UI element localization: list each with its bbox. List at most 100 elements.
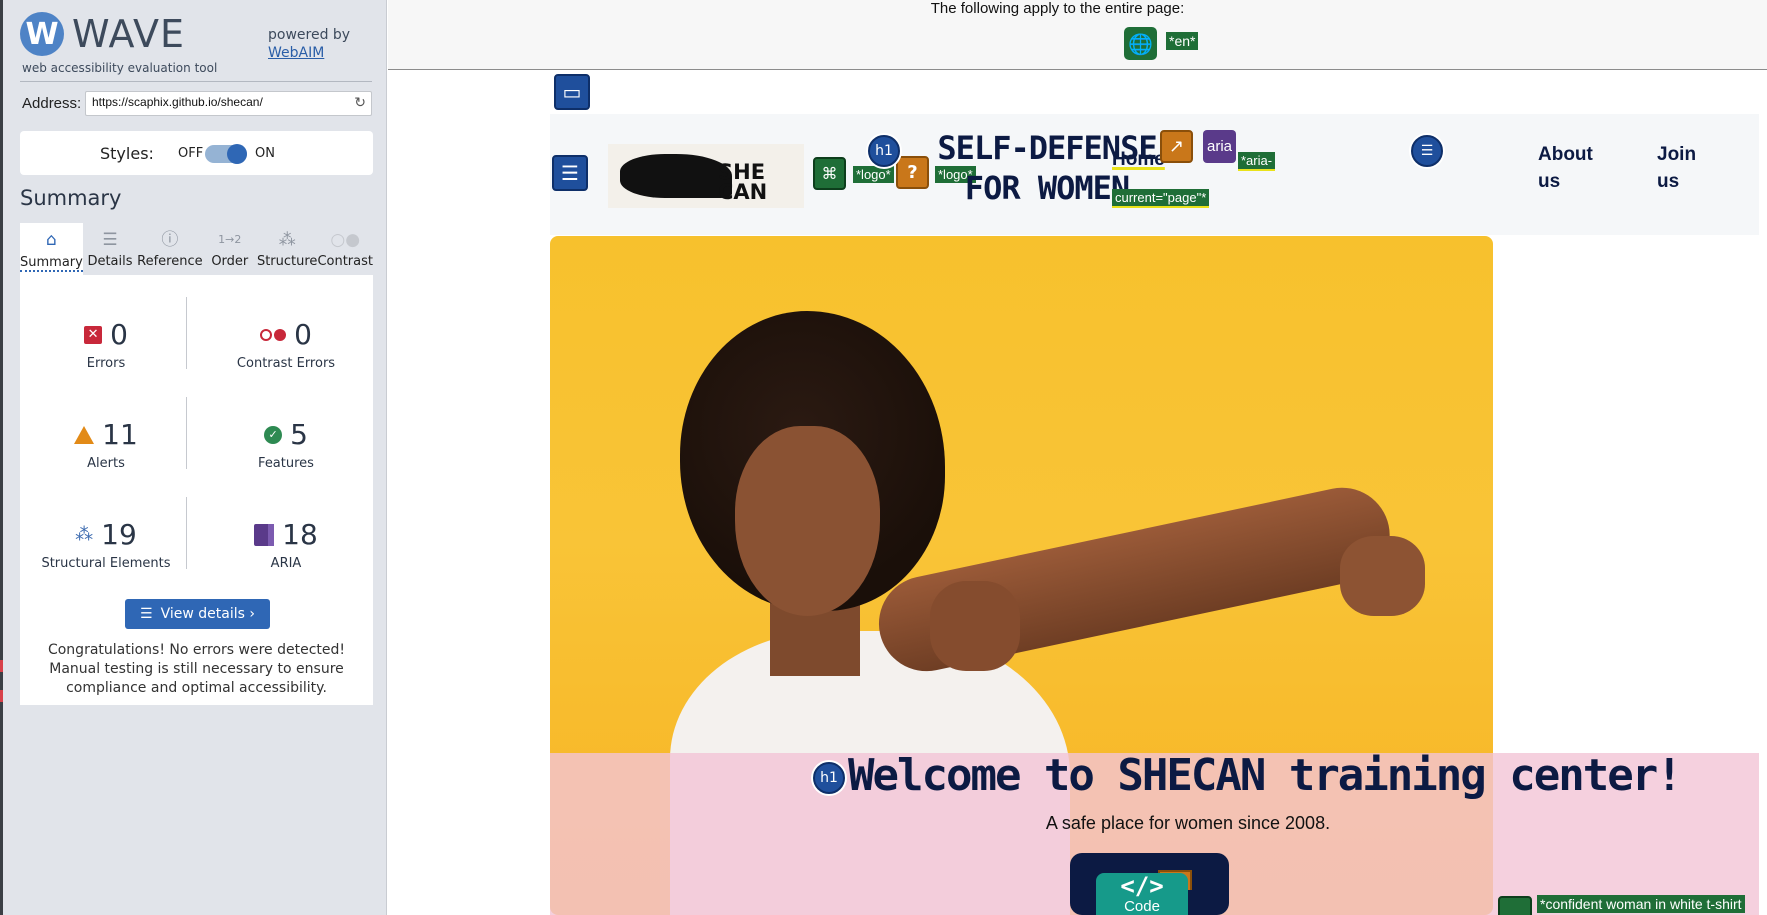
contrast-error-icon <box>260 328 287 341</box>
home-icon: ⌂ <box>46 230 57 250</box>
hero-fist <box>930 581 1020 671</box>
view-details-button[interactable]: ☰ View details › <box>125 599 270 629</box>
divider <box>186 397 187 469</box>
tab-structure[interactable]: ⁂ Structure <box>257 223 317 275</box>
aria-icon <box>254 523 275 546</box>
nav-about-link[interactable]: About us <box>1538 141 1608 195</box>
nav-join-link[interactable]: Join us <box>1657 141 1707 195</box>
tab-label: Reference <box>137 254 203 269</box>
contrast-errors-stat[interactable]: 0 Contrast Errors <box>206 318 366 371</box>
structure-icon: ⁂ <box>75 524 94 545</box>
toggle-knob <box>227 144 247 164</box>
nav-home-link[interactable]: Home <box>1112 149 1165 171</box>
tab-label: Structure <box>256 254 318 269</box>
address-input[interactable] <box>92 95 342 109</box>
address-bar: ↻ <box>85 91 372 116</box>
code-symbol: </> <box>1120 872 1164 900</box>
alerts-count: 11 <box>102 418 138 451</box>
shecan-logo: SHE CAN <box>608 144 804 208</box>
tab-label: Summary <box>20 255 83 272</box>
errors-label: Errors <box>86 356 126 371</box>
welcome-title: Welcome to SHECAN training center! <box>848 750 1683 801</box>
edge-marker <box>0 660 3 672</box>
page-level-text: The following apply to the entire page: <box>930 0 1185 17</box>
structural-stat[interactable]: ⁂ 19 Structural Elements <box>26 518 186 571</box>
alert-icon <box>74 425 95 444</box>
webaim-link[interactable]: WebAIM <box>268 45 324 61</box>
features-count: 5 <box>290 418 308 451</box>
evaluated-page: The following apply to the entire page: … <box>388 0 1767 915</box>
summary-heading: Summary <box>20 186 122 210</box>
aria-icon[interactable]: aria <box>1203 130 1236 163</box>
language-tag: *en* <box>1166 32 1199 50</box>
tab-contrast[interactable]: ○● Contrast <box>317 223 373 275</box>
structural-count: 19 <box>101 518 137 551</box>
tab-reference[interactable]: ⓘ Reference <box>137 223 202 275</box>
hero-fist <box>1340 536 1425 616</box>
features-stat[interactable]: ✓ 5 Features <box>206 418 366 471</box>
window-edge <box>0 0 3 915</box>
styles-off-label: OFF <box>178 146 204 161</box>
tab-label: Contrast <box>317 254 373 269</box>
aria-tag: *aria- <box>1238 152 1276 171</box>
logo-silhouette <box>620 154 732 198</box>
wave-logo-text: WAVE <box>72 12 186 56</box>
image-alt-icon[interactable] <box>1498 896 1532 915</box>
wave-tabs: ⌂ Summary ☰ Details ⓘ Reference 1→2 Orde… <box>20 223 373 275</box>
link-alert-icon[interactable]: ↗ <box>1160 130 1193 163</box>
reload-icon[interactable]: ↻ <box>354 95 366 111</box>
divider <box>186 497 187 569</box>
tab-order[interactable]: 1→2 Order <box>203 223 257 275</box>
divider <box>186 297 187 369</box>
aria-tag: current="page"* <box>1112 189 1210 208</box>
divider <box>20 81 372 82</box>
tab-details[interactable]: ☰ Details <box>83 223 137 275</box>
alt-tag: *confident woman in white t-shirt <box>1537 895 1745 913</box>
nav-about-label: About us <box>1538 144 1593 192</box>
list-icon: ☰ <box>140 606 153 622</box>
list-icon: ☰ <box>102 230 118 250</box>
image-alt-icon[interactable]: ⌘ <box>813 157 846 190</box>
info-icon: ⓘ <box>161 230 179 250</box>
congrats-message: Congratulations! No errors were detected… <box>47 642 346 696</box>
h1-icon[interactable]: h1 <box>813 762 845 794</box>
aria-stat[interactable]: 18 ARIA <box>206 518 366 571</box>
h1-icon[interactable]: h1 <box>868 135 900 167</box>
language-feature-icon[interactable]: 🌐 <box>1124 27 1157 60</box>
feature-icon: ✓ <box>264 425 283 444</box>
error-icon: ✕ <box>84 325 103 344</box>
tab-label: Order <box>211 254 249 269</box>
tab-label: Details <box>87 254 133 269</box>
wave-subtitle: web accessibility evaluation tool <box>22 61 218 75</box>
list-icon[interactable]: ☰ <box>1411 135 1443 167</box>
edge-marker <box>0 690 3 702</box>
hero-face <box>735 426 880 616</box>
styles-label: Styles: <box>100 144 154 163</box>
order-icon: 1→2 <box>218 233 242 246</box>
aria-label: ARIA <box>270 556 302 571</box>
features-label: Features <box>258 456 314 471</box>
styles-toggle[interactable] <box>205 144 247 164</box>
code-icon[interactable]: </> Code <box>1096 873 1188 915</box>
welcome-subtitle: A safe place for women since 2008. <box>1045 813 1331 833</box>
styles-on-label: ON <box>255 146 275 161</box>
styles-toggle-panel: Styles: OFF ON <box>20 131 373 175</box>
alerts-stat[interactable]: 11 Alerts <box>26 418 186 471</box>
alerts-label: Alerts <box>87 456 125 471</box>
header-region-icon[interactable]: ▭ <box>554 74 590 110</box>
alt-tag: *logo* <box>853 166 894 183</box>
contrast-icon: ○● <box>330 230 361 250</box>
powered-by-text: powered by <box>268 27 351 43</box>
nav-join-label: Join us <box>1657 144 1697 192</box>
logo-text: SHE CAN <box>718 160 768 204</box>
structure-icon: ⁂ <box>278 230 296 250</box>
contrast-errors-label: Contrast Errors <box>236 356 336 371</box>
code-label: Code <box>1124 898 1160 915</box>
powered-by: powered by WebAIM <box>268 26 350 62</box>
wave-logo-icon: W <box>20 12 64 56</box>
address-label: Address: <box>22 95 82 112</box>
navigation-region-icon[interactable]: ☰ <box>552 155 588 191</box>
page-level-banner: The following apply to the entire page: … <box>388 0 1767 70</box>
tab-summary[interactable]: ⌂ Summary <box>20 223 83 275</box>
errors-stat[interactable]: ✕ 0 Errors <box>26 318 186 371</box>
